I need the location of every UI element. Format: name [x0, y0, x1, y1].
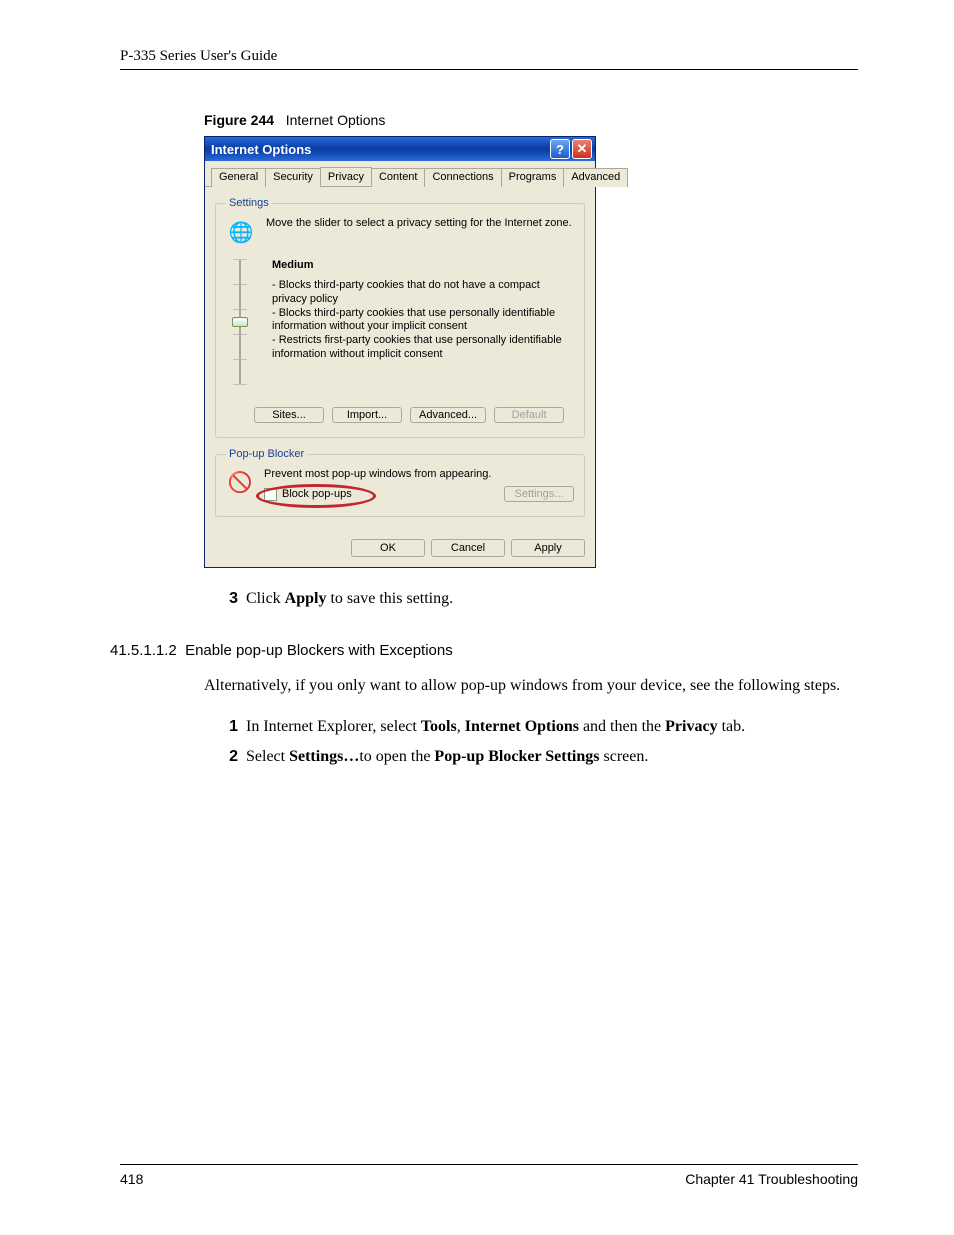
tab-programs[interactable]: Programs [501, 168, 565, 187]
apply-button[interactable]: Apply [511, 539, 585, 557]
ok-button[interactable]: OK [351, 539, 425, 557]
block-popups-label: Block pop-ups [282, 488, 352, 500]
cancel-button[interactable]: Cancel [431, 539, 505, 557]
tab-content[interactable]: Content [371, 168, 426, 187]
import-button[interactable]: Import... [332, 407, 402, 423]
tab-strip: General Security Privacy Content Connect… [205, 161, 595, 187]
popup-blocker-group: Pop-up Blocker 🚫 Prevent most pop-up win… [215, 448, 585, 517]
step-number: 1 [224, 716, 238, 738]
step-number: 3 [224, 588, 238, 610]
popup-intro: Prevent most pop-up windows from appeari… [264, 468, 574, 480]
step-list-section: 1 In Internet Explorer, select Tools, In… [224, 716, 858, 767]
dialog-title: Internet Options [211, 142, 311, 157]
block-popups-checkbox[interactable] [264, 488, 277, 501]
popup-settings-button[interactable]: Settings... [504, 486, 574, 502]
step-list-after-figure: 3 Click Apply to save this setting. [224, 588, 858, 610]
settings-legend: Settings [226, 197, 272, 209]
internet-options-dialog: Internet Options ? ✕ General Security Pr… [204, 136, 596, 568]
default-button[interactable]: Default [494, 407, 564, 423]
bottom-rule [120, 1164, 858, 1165]
step-2: 2 Select Settings…to open the Pop-up Blo… [224, 746, 858, 768]
figure-number: Figure 244 [204, 112, 274, 128]
step-1: 1 In Internet Explorer, select Tools, In… [224, 716, 858, 738]
close-button[interactable]: ✕ [572, 139, 592, 159]
dialog-button-row: OK Cancel Apply [205, 535, 595, 567]
block-popups-check-wrap[interactable]: Block pop-ups [264, 488, 352, 501]
privacy-description: - Blocks third-party cookies that do not… [272, 279, 574, 362]
settings-intro: Move the slider to select a privacy sett… [266, 217, 572, 229]
settings-group: Settings 🌐 Move the slider to select a p… [215, 197, 585, 438]
help-button[interactable]: ? [550, 139, 570, 159]
running-header: P-335 Series User's Guide [120, 48, 858, 65]
tab-advanced[interactable]: Advanced [563, 168, 628, 187]
chapter-label: Chapter 41 Troubleshooting [685, 1171, 858, 1187]
tab-security[interactable]: Security [265, 168, 321, 187]
step-text-a: Click [246, 590, 285, 607]
figure-caption: Figure 244 Internet Options [204, 112, 858, 128]
advanced-button[interactable]: Advanced... [410, 407, 486, 423]
step-number: 2 [224, 746, 238, 768]
slider-thumb[interactable] [232, 317, 248, 327]
subsection-number: 41.5.1.1.2 [110, 642, 177, 659]
globe-icon: 🌐 [226, 217, 256, 247]
tab-connections[interactable]: Connections [424, 168, 501, 187]
titlebar[interactable]: Internet Options ? ✕ [205, 137, 595, 161]
sites-button[interactable]: Sites... [254, 407, 324, 423]
subsection-heading: 41.5.1.1.2 Enable pop-up Blockers with E… [110, 642, 858, 659]
block-icon: 🚫 [226, 468, 254, 496]
tab-privacy[interactable]: Privacy [320, 167, 372, 186]
step-3: 3 Click Apply to save this setting. [224, 588, 858, 610]
privacy-slider[interactable] [230, 259, 250, 385]
step-text-b: Apply [285, 590, 327, 607]
popup-legend: Pop-up Blocker [226, 448, 307, 460]
tab-general[interactable]: General [211, 168, 266, 187]
privacy-level: Medium [272, 259, 574, 271]
page-footer: 418 Chapter 41 Troubleshooting [120, 1164, 858, 1187]
section-paragraph: Alternatively, if you only want to allow… [204, 675, 858, 697]
figure-title: Internet Options [286, 112, 386, 128]
subsection-title: Enable pop-up Blockers with Exceptions [185, 642, 453, 659]
page-number: 418 [120, 1171, 143, 1187]
top-rule [120, 69, 858, 70]
step-text-c: to save this setting. [326, 590, 453, 607]
